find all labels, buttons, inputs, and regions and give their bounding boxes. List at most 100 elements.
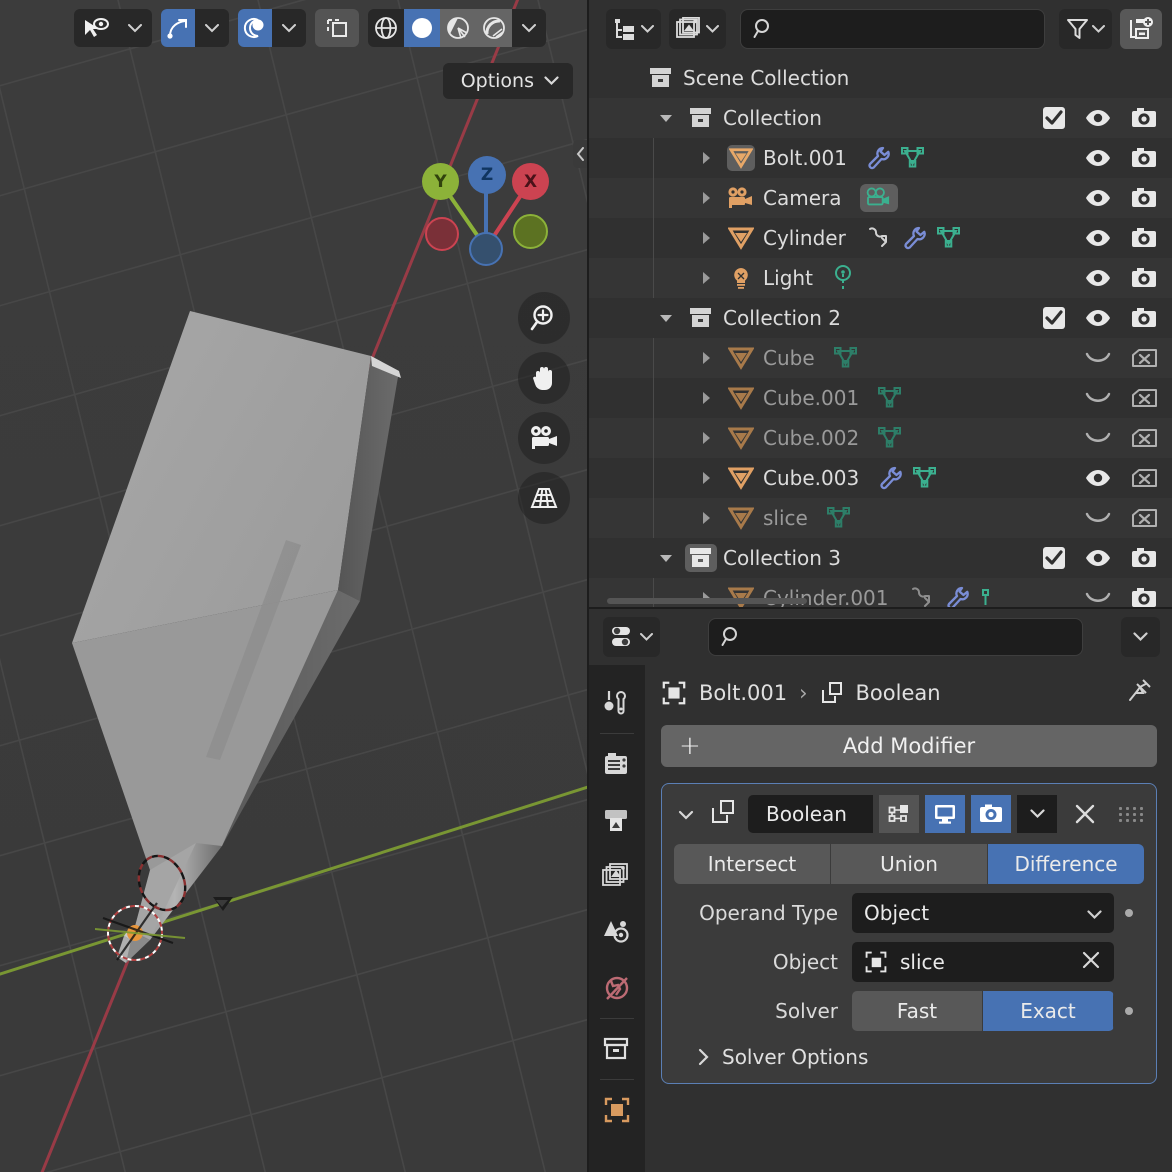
row-badges[interactable] bbox=[833, 346, 859, 370]
twisty-right-icon[interactable] bbox=[701, 151, 711, 165]
twisty-down-icon[interactable] bbox=[659, 553, 673, 563]
row-visibility-controls[interactable] bbox=[1084, 186, 1158, 210]
toggle-eye[interactable] bbox=[1084, 467, 1112, 489]
row-badges[interactable] bbox=[831, 265, 855, 291]
snap-chevron-down-icon[interactable] bbox=[195, 9, 229, 47]
row-label[interactable]: Bolt.001 bbox=[763, 146, 847, 170]
properties-editor-type-button[interactable] bbox=[603, 617, 660, 657]
boolean-modifier-panel[interactable]: Boolean Intersect Union Difference Opera… bbox=[661, 783, 1157, 1084]
twisty-right-icon[interactable] bbox=[701, 351, 711, 365]
viewport-options-button[interactable]: Options bbox=[442, 63, 573, 99]
outliner-tree[interactable]: Scene Collection Collection Bolt.001 Camera… bbox=[589, 58, 1172, 607]
toggle-eye-closed[interactable] bbox=[1084, 347, 1112, 369]
view-layer-tab[interactable] bbox=[589, 848, 645, 904]
outliner-row-collection-3[interactable]: Collection 3 bbox=[589, 538, 1172, 578]
row-badges[interactable] bbox=[907, 585, 995, 607]
row-visibility-controls[interactable] bbox=[1042, 106, 1158, 130]
collection-exclude-checkbox[interactable] bbox=[1042, 306, 1066, 330]
render-display-toggle[interactable] bbox=[971, 795, 1011, 833]
toggle-eye[interactable] bbox=[1084, 227, 1112, 249]
toggle-camera-off[interactable] bbox=[1130, 426, 1158, 450]
row-label[interactable]: Cube.001 bbox=[763, 386, 859, 410]
badge-wrench[interactable] bbox=[944, 585, 970, 607]
twisty-right-icon[interactable] bbox=[701, 231, 711, 245]
row-visibility-controls[interactable] bbox=[1084, 386, 1158, 410]
properties-menu-button[interactable] bbox=[1121, 617, 1160, 657]
toggle-eye[interactable] bbox=[1084, 267, 1112, 289]
properties-tab-strip[interactable] bbox=[589, 665, 645, 1172]
world-tab[interactable] bbox=[589, 960, 645, 1016]
toggle-camera[interactable] bbox=[1130, 586, 1158, 607]
row-twisty[interactable] bbox=[689, 231, 723, 245]
twisty-right-icon[interactable] bbox=[701, 191, 711, 205]
toggle-eye[interactable] bbox=[1084, 187, 1112, 209]
outliner-filter-id-button[interactable] bbox=[669, 9, 726, 49]
badge-modifier-arrow-dim[interactable] bbox=[907, 586, 935, 607]
solver-options-section[interactable]: Solver Options bbox=[674, 1045, 1144, 1069]
toggle-camera[interactable] bbox=[1130, 146, 1158, 170]
render-tab[interactable] bbox=[589, 736, 645, 792]
twisty-right-icon[interactable] bbox=[701, 391, 711, 405]
badge-wrench[interactable] bbox=[877, 465, 903, 491]
row-badges[interactable] bbox=[864, 225, 962, 251]
modifier-expand-chevron-down-icon[interactable] bbox=[674, 805, 698, 824]
boolean-op-intersect[interactable]: Intersect bbox=[674, 844, 831, 884]
row-visibility-controls[interactable] bbox=[1084, 466, 1158, 490]
badge-mesh-tri-dim[interactable] bbox=[833, 346, 859, 370]
solver-selector[interactable]: Fast Exact bbox=[852, 991, 1114, 1031]
twisty-right-icon[interactable] bbox=[701, 431, 711, 445]
outliner-row-slice[interactable]: slice bbox=[589, 498, 1172, 538]
output-tab[interactable] bbox=[589, 792, 645, 848]
operand-type-dropdown[interactable]: Object bbox=[852, 893, 1114, 933]
operand-type-animate-dot[interactable] bbox=[1114, 909, 1144, 917]
gizmo-axis-y[interactable]: Y bbox=[422, 163, 459, 200]
twisty-right-icon[interactable] bbox=[701, 471, 711, 485]
new-collection-button[interactable] bbox=[1120, 9, 1162, 49]
outliner-row-cube-002[interactable]: Cube.002 bbox=[589, 418, 1172, 458]
realtime-display-toggle[interactable] bbox=[925, 795, 965, 833]
overlays-icon[interactable] bbox=[315, 9, 359, 47]
outliner-row-bolt-001[interactable]: Bolt.001 bbox=[589, 138, 1172, 178]
properties-editor[interactable]: Bolt.001 › Boolean + Add Modifier Boolea… bbox=[589, 609, 1172, 1172]
rendered-sphere-icon[interactable] bbox=[476, 9, 512, 47]
solid-sphere-icon[interactable] bbox=[404, 9, 440, 47]
badge-mesh-tri[interactable] bbox=[912, 466, 938, 490]
scene-tab[interactable] bbox=[589, 904, 645, 960]
modifier-extras-chevron-down-icon[interactable] bbox=[1017, 795, 1057, 833]
outliner-header[interactable] bbox=[589, 0, 1172, 58]
row-badges[interactable] bbox=[826, 506, 852, 530]
row-twisty[interactable] bbox=[649, 313, 683, 323]
breadcrumb-modifier-name[interactable]: Boolean bbox=[856, 681, 941, 705]
pin-icon[interactable] bbox=[1127, 678, 1153, 709]
toggle-camera[interactable] bbox=[1130, 266, 1158, 290]
modifier-name-field[interactable]: Boolean bbox=[748, 795, 873, 833]
modifier-header[interactable]: Boolean bbox=[674, 794, 1144, 834]
outliner-row-camera[interactable]: Camera bbox=[589, 178, 1172, 218]
properties-search-input[interactable] bbox=[708, 618, 1083, 656]
camera-view-icon[interactable] bbox=[518, 412, 570, 464]
toggle-eye[interactable] bbox=[1084, 107, 1112, 129]
row-twisty[interactable] bbox=[689, 151, 723, 165]
badge-mesh-tri[interactable] bbox=[900, 146, 926, 170]
breadcrumb-object-name[interactable]: Bolt.001 bbox=[699, 681, 787, 705]
toggle-eye[interactable] bbox=[1084, 147, 1112, 169]
hand-pan-icon[interactable] bbox=[518, 352, 570, 404]
proportional-chevron-down-icon[interactable] bbox=[272, 9, 306, 47]
toggle-eye[interactable] bbox=[1084, 547, 1112, 569]
twisty-down-icon[interactable] bbox=[659, 113, 673, 123]
twisty-right-icon[interactable] bbox=[701, 271, 711, 285]
badge-modifier-arrow[interactable] bbox=[864, 226, 892, 250]
row-visibility-controls[interactable] bbox=[1084, 146, 1158, 170]
solver-animate-dot[interactable] bbox=[1114, 1007, 1144, 1015]
row-visibility-controls[interactable] bbox=[1084, 226, 1158, 250]
toggle-camera-off[interactable] bbox=[1130, 506, 1158, 530]
row-twisty[interactable] bbox=[649, 553, 683, 563]
toggle-eye-closed[interactable] bbox=[1084, 387, 1112, 409]
badge-light-data[interactable] bbox=[831, 265, 855, 291]
row-label[interactable]: Scene Collection bbox=[683, 66, 849, 90]
badge-mesh-tri-small[interactable] bbox=[979, 588, 995, 607]
row-badges[interactable] bbox=[877, 426, 903, 450]
row-label[interactable]: Cube bbox=[763, 346, 815, 370]
collection-exclude-checkbox[interactable] bbox=[1042, 546, 1066, 570]
row-visibility-controls[interactable] bbox=[1084, 586, 1158, 607]
